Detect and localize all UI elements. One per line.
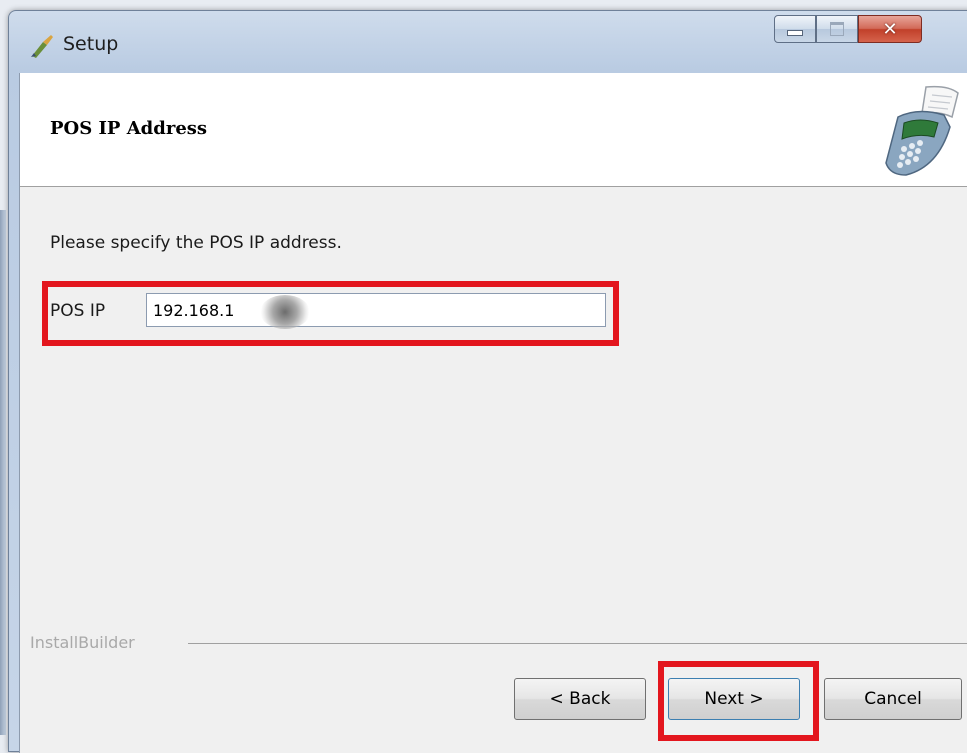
minimize-icon [787, 30, 803, 36]
setup-app-icon [31, 35, 53, 58]
next-button[interactable]: Next > [668, 678, 800, 720]
dialog-client-area: POS IP Address Please specify the POS IP… [19, 73, 967, 753]
maximize-button[interactable] [816, 15, 858, 43]
instructions-text: Please specify the POS IP address. [50, 233, 342, 253]
window-frame-edge [0, 210, 6, 735]
pos-ip-input[interactable] [146, 293, 606, 327]
redacted-ip-octet [260, 295, 310, 329]
pos-ip-label: POS IP [50, 301, 106, 321]
window-title: Setup [63, 33, 119, 55]
back-button[interactable]: < Back [514, 678, 646, 720]
caption-buttons: ✕ [774, 15, 922, 43]
footer-divider [188, 643, 967, 644]
pos-terminal-icon [885, 85, 959, 176]
cancel-button[interactable]: Cancel [824, 678, 962, 720]
close-icon: ✕ [882, 18, 898, 40]
page-header: POS IP Address [20, 73, 967, 187]
maximize-icon [830, 22, 844, 36]
setup-window: Setup ✕ POS IP Address Please specify th… [8, 10, 967, 753]
title-bar[interactable]: Setup ✕ [9, 11, 967, 71]
close-button[interactable]: ✕ [858, 15, 922, 43]
minimize-button[interactable] [774, 15, 816, 43]
installbuilder-caption: InstallBuilder [30, 633, 135, 652]
page-title: POS IP Address [50, 118, 208, 139]
